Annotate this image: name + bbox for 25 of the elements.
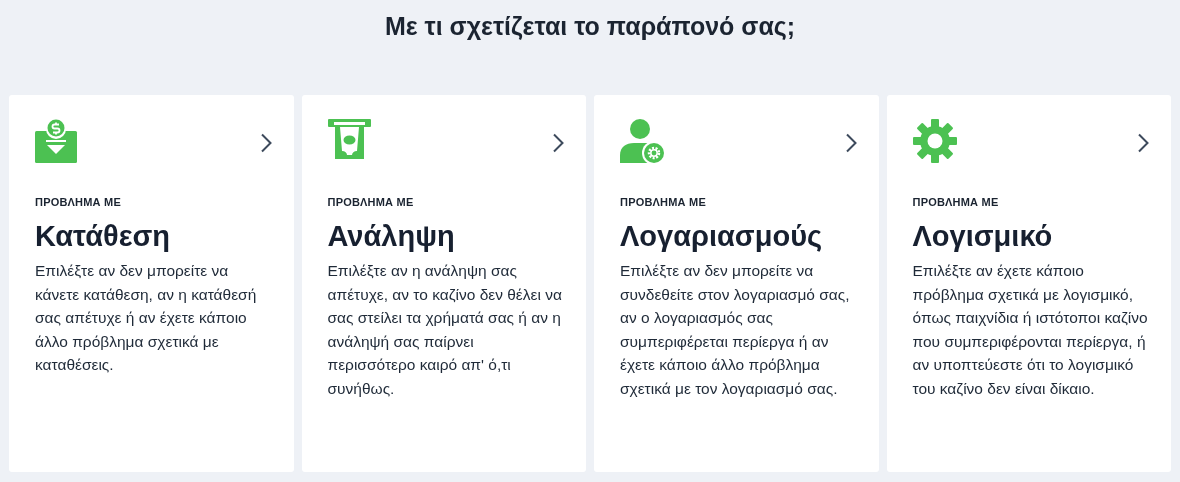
chevron-right-icon: [259, 133, 272, 153]
chevron-right-icon: [1137, 133, 1149, 153]
category-label: ΠΡΟΒΛΗΜΑ ΜΕ: [327, 196, 414, 208]
category-title: Ανάληψη: [327, 219, 455, 254]
category-description: Επιλέξτε αν έχετε κάποιο πρόβλημα σχετικά με λογισμικό, όπως παιχνίδια ή ιστότοποι καζίνο που συμπεριφέρονται περίεργα, ή αν υποπτεύεστε ότι το λογισμικό του καζίνο δεν είναι δίκαιο.: [912, 261, 1149, 399]
gear-icon: [912, 119, 957, 163]
category-description: Επιλέξτε αν η ανάληψη σας απέτυχε, αν το καζίνο δεν θέλει να σας στείλει τα χρήματά σας ή αν η ανάληψή σας παίρνει περισσότερο καιρό απ' ό,τι συνήθως.: [327, 261, 563, 399]
category-title: Λογισμικό: [912, 219, 1053, 254]
cash-withdrawal-icon: [327, 119, 372, 159]
category-title: Λογαριασμούς: [620, 219, 823, 254]
category-card[interactable]: [886, 95, 1171, 472]
category-card[interactable]: ΠΡΟΒΛΗΜΑ ΜΕ Λογαριασμούς Επιλέξτε αν δεν μπορείτε να συνδεθείτε στον λογαριασμό σας, αν ο λογαριασμός σας συμπεριφέρεται περίεργα ή αν έχετε κάποιο άλλο πρόβλημα σχετικά με τον λογαριασμό σας.: [594, 95, 879, 472]
category-title: Κατάθεση: [35, 219, 171, 254]
category-card[interactable]: ΠΡΟΒΛΗΜΑ ΜΕ Ανάληψη Επιλέξτε αν η ανάληψη σας απέτυχε, αν το καζίνο δεν θέλει να σας στείλει τα χρήματά σας ή αν η ανάληψή σας παίρνει περισσότερο καιρό απ' ό,τι συνήθως.: [301, 95, 586, 472]
category-description: Επιλέξτε αν δεν μπορείτε να συνδεθείτε στον λογαριασμό σας, αν ο λογαριασμός σας συμπεριφέρεται περίεργα ή αν έχετε κάποιο άλλο πρόβλημα σχετικά με τον λογαριασμό σας.: [620, 261, 851, 399]
category-label: ΠΡΟΒΛΗΜΑ ΜΕ: [35, 196, 121, 208]
category-label: ΠΡΟΒΛΗΜΑ ΜΕ: [620, 196, 706, 208]
deposit-icon: [35, 119, 79, 163]
category-description: Επιλέξτε αν δεν μπορείτε να κάνετε κατάθεση, αν η κατάθεσή σας απέτυχε ή αν έχετε κάποιο άλλο πρόβλημα σχετικά με καταθέσεις.: [35, 261, 258, 375]
chevron-right-icon: [552, 133, 564, 153]
category-card[interactable]: ΠΡΟΒΛΗΜΑ ΜΕ Κατάθεση Επιλέξτε αν δεν μπορείτε να κάνετε κατάθεση, αν η κατάθεσή σας απέτυχε ή αν έχετε κάποιο άλλο πρόβλημα σχετικά με καταθέσεις.: [9, 95, 294, 472]
page-heading: Με τι σχετίζεται το παράπονό σας;: [384, 11, 796, 42]
chevron-right-icon: [844, 133, 857, 153]
user-settings-icon: [620, 119, 666, 165]
category-label: ΠΡΟΒΛΗΜΑ ΜΕ: [912, 196, 999, 208]
